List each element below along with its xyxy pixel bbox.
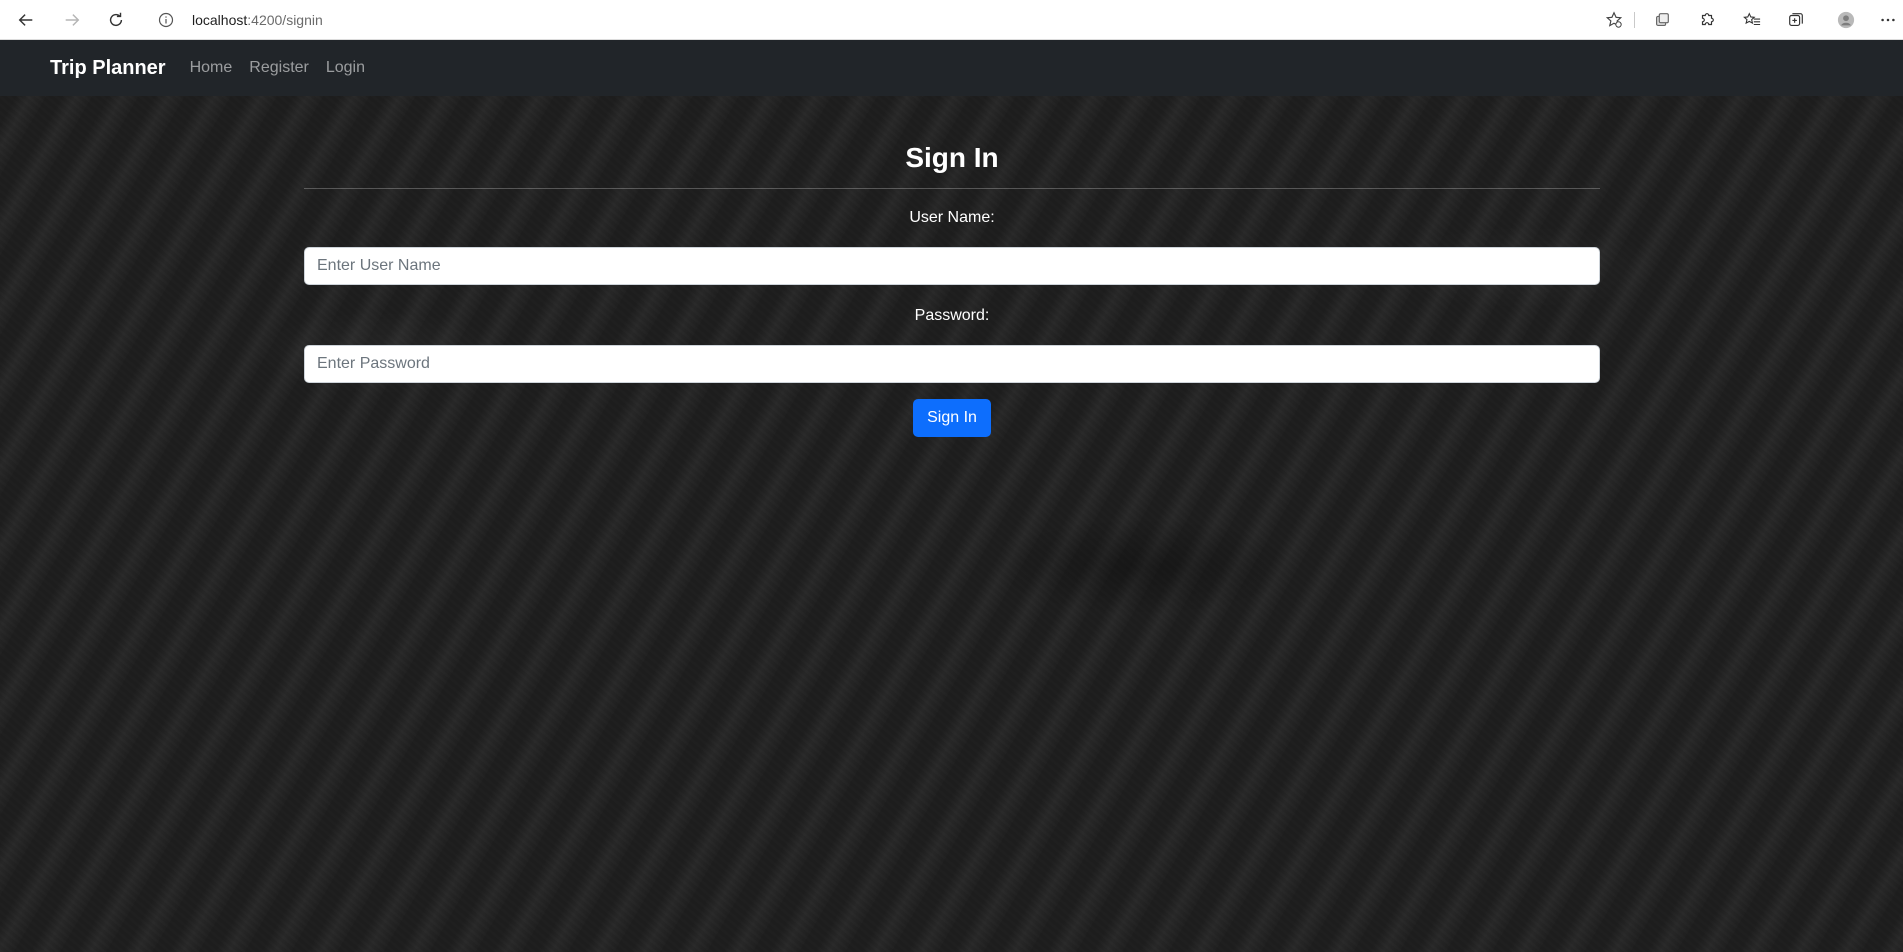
tabs-icon xyxy=(1656,13,1669,26)
avatar-icon xyxy=(1837,11,1855,29)
favorites-button[interactable] xyxy=(1740,8,1764,32)
divider xyxy=(304,188,1600,189)
brand-logo[interactable]: Trip Planner xyxy=(50,57,166,80)
more-icon xyxy=(1881,18,1895,22)
username-input[interactable] xyxy=(304,247,1600,285)
arrow-right-icon xyxy=(65,14,80,26)
star-add-icon xyxy=(1605,11,1623,28)
signin-form: Sign In User Name: Password: Sign In xyxy=(304,96,1600,437)
nav-link-home[interactable]: Home xyxy=(190,59,233,77)
toolbar-divider xyxy=(1634,12,1635,28)
nav-link-login[interactable]: Login xyxy=(326,59,365,77)
password-label: Password: xyxy=(914,307,990,324)
favorites-icon xyxy=(1743,12,1761,26)
nav-link-register[interactable]: Register xyxy=(249,59,309,77)
submit-row: Sign In xyxy=(304,399,1600,437)
arrow-left-icon xyxy=(18,14,33,26)
browser-toolbar: localhost:4200/signin xyxy=(0,0,1903,40)
app-navbar: Trip Planner Home Register Login xyxy=(0,40,1903,96)
sign-in-button[interactable]: Sign In xyxy=(913,399,991,437)
tab-actions-button[interactable] xyxy=(1650,8,1674,32)
username-label: User Name: xyxy=(909,209,995,226)
address-bar[interactable]: localhost:4200/signin xyxy=(146,5,1636,35)
nav-links: Home Register Login xyxy=(190,59,382,77)
collections-button[interactable] xyxy=(1784,8,1808,32)
puzzle-icon xyxy=(1701,13,1714,26)
back-button[interactable] xyxy=(12,6,40,34)
more-menu-button[interactable] xyxy=(1876,8,1900,32)
reload-button[interactable] xyxy=(102,6,130,34)
password-input[interactable] xyxy=(304,345,1600,383)
address-url: localhost:4200/signin xyxy=(192,12,323,28)
extensions-button[interactable] xyxy=(1695,8,1719,32)
forward-button[interactable] xyxy=(58,6,86,34)
profile-button[interactable] xyxy=(1834,8,1858,32)
reload-icon xyxy=(109,12,123,27)
page-background: Sign In User Name: Password: Sign In xyxy=(0,96,1903,952)
info-icon[interactable] xyxy=(158,12,174,28)
favorite-add-button[interactable] xyxy=(1602,8,1626,32)
page-title: Sign In xyxy=(905,142,999,173)
collections-icon xyxy=(1789,13,1803,26)
